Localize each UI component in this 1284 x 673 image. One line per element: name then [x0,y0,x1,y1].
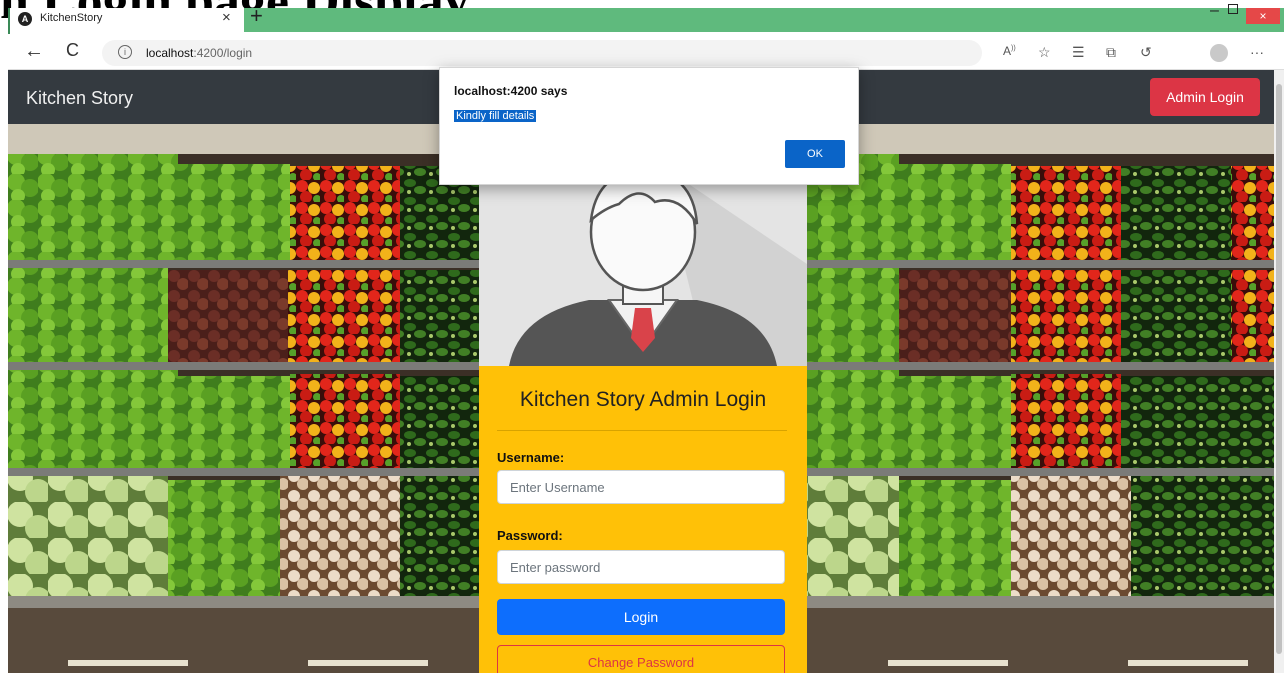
history-icon[interactable]: ↺ [1140,44,1152,61]
alert-dialog: localhost:4200 says Kindly fill details … [439,67,859,185]
username-input[interactable] [497,470,785,504]
login-card: Kitchen Story Admin Login Username: Pass… [479,124,807,673]
minimize-window-icon[interactable]: – [1210,2,1219,20]
title-divider [497,430,787,431]
tab-title: KitchenStory [40,12,103,24]
password-label: Password: [497,528,563,543]
read-aloud-icon[interactable]: A)) [1003,44,1016,58]
dialog-message: Kindly fill details [454,110,537,122]
url-path: :4200/login [193,46,253,60]
close-tab-icon[interactable]: × [222,9,231,26]
site-info-icon[interactable]: i [118,45,132,59]
more-icon[interactable]: ··· [1250,44,1264,60]
refresh-icon[interactable]: C [66,40,79,61]
angular-favicon-icon: A [18,12,32,26]
admin-login-button[interactable]: Admin Login [1150,78,1260,116]
change-password-button[interactable]: Change Password [497,645,785,673]
login-button[interactable]: Login [497,599,785,635]
dialog-title: localhost:4200 says [454,84,568,98]
favorite-star-icon[interactable]: ☆ [1038,44,1051,61]
password-input[interactable] [497,550,785,584]
new-tab-icon[interactable]: + [250,4,263,28]
collections-icon[interactable]: ⧉ [1106,44,1116,61]
screenshot-root: n Login page Display A KitchenStory × + … [0,0,1284,673]
login-title: Kitchen Story Admin Login [519,388,767,411]
profile-icon[interactable] [1210,44,1228,62]
url-host: localhost [146,46,194,60]
favorites-list-icon[interactable]: ☰ [1072,44,1085,61]
navbar-brand[interactable]: Kitchen Story [26,88,133,109]
page-scrollbar[interactable] [1274,70,1284,673]
ok-button[interactable]: OK [785,140,845,168]
username-label: Username: [497,450,565,465]
close-window-icon[interactable]: × [1246,8,1280,24]
login-form: Kitchen Story Admin Login Username: Pass… [479,366,807,673]
maximize-window-icon[interactable] [1228,4,1238,14]
back-arrow-icon[interactable]: ← [24,40,44,63]
url-text[interactable]: localhost:4200/login [146,46,252,60]
